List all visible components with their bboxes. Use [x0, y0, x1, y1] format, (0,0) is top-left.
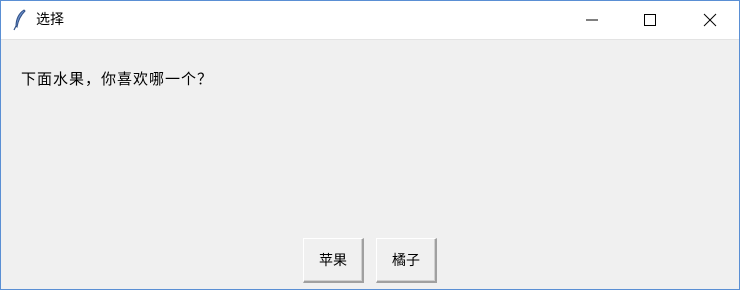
title-bar[interactable]: 选择	[1, 1, 739, 40]
maximize-button[interactable]	[621, 1, 679, 39]
feather-icon	[13, 9, 27, 31]
dialog-window: 选择 下面水果，你喜欢哪一个？ 苹果 橘子	[0, 0, 740, 290]
minimize-button[interactable]	[563, 1, 621, 39]
window-title: 选择	[36, 12, 64, 28]
apple-button[interactable]: 苹果	[303, 238, 364, 283]
close-icon	[703, 13, 717, 27]
maximize-icon	[644, 14, 656, 26]
orange-button[interactable]: 橘子	[376, 238, 437, 283]
prompt-text: 下面水果，你喜欢哪一个？	[21, 70, 214, 88]
close-button[interactable]	[681, 1, 739, 39]
minimize-icon	[586, 19, 598, 21]
